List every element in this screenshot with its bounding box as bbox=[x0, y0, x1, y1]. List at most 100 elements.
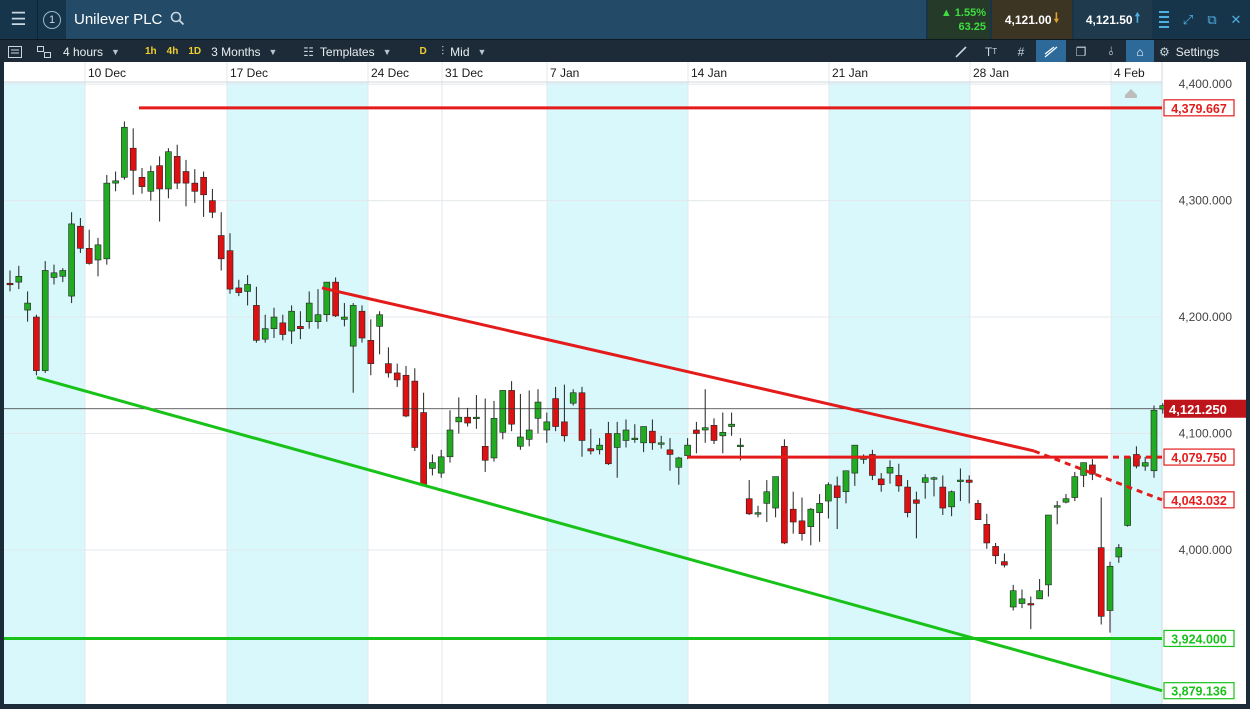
candle-body bbox=[85, 248, 93, 264]
candle-body bbox=[1045, 514, 1052, 586]
candle-body bbox=[253, 305, 260, 341]
candle-body bbox=[402, 374, 410, 417]
shaded-week-band bbox=[227, 82, 368, 704]
candle-body bbox=[578, 392, 586, 441]
y-tick-label: 4,100.000 bbox=[1179, 426, 1233, 440]
candle-body bbox=[297, 326, 304, 329]
drag-handle-icon[interactable] bbox=[1152, 0, 1176, 39]
candle-body bbox=[719, 432, 727, 437]
candle-body bbox=[622, 429, 630, 441]
candle-body bbox=[561, 421, 568, 437]
price-mode-label: Mid bbox=[450, 44, 470, 59]
candle-body bbox=[94, 244, 102, 261]
candle-body bbox=[323, 281, 331, 316]
trendline-tool-icon[interactable] bbox=[1036, 40, 1066, 63]
candle-body bbox=[1009, 590, 1017, 608]
draw-line-icon[interactable] bbox=[946, 40, 976, 63]
level-label: 4,379.667 bbox=[1171, 102, 1227, 116]
candle-body bbox=[508, 390, 515, 425]
annotation-icon[interactable]: ⌂ bbox=[1126, 40, 1154, 63]
range-label: 3 Months bbox=[211, 44, 261, 59]
range-select[interactable]: 3 Months ▼ bbox=[206, 40, 298, 63]
price-change: ▲ 1.55% 63.25 bbox=[928, 0, 990, 39]
candle-body bbox=[244, 284, 251, 292]
candle-body bbox=[490, 418, 498, 459]
chart-area[interactable]: 10 Dec 17 Dec 24 Dec 31 Dec 7 Jan 14 Jan 21 Ja… bbox=[4, 62, 1246, 704]
candle-body bbox=[499, 390, 507, 433]
candle-body bbox=[217, 235, 225, 260]
close-icon[interactable]: ✕ bbox=[1224, 0, 1248, 39]
candle-body bbox=[1018, 598, 1026, 604]
candle-body bbox=[781, 446, 788, 544]
candle-body bbox=[103, 182, 111, 260]
grid-icon[interactable]: # bbox=[1006, 40, 1036, 63]
candle-body bbox=[349, 305, 357, 347]
candle-body bbox=[411, 380, 419, 448]
instrument-name: Unilever PLC bbox=[74, 11, 163, 28]
candle-body bbox=[816, 503, 823, 513]
candle-body bbox=[772, 476, 779, 509]
candle-body bbox=[305, 302, 313, 323]
quick-interval-4h[interactable]: 4h bbox=[162, 40, 184, 63]
x-tick-label: 14 Jan bbox=[691, 66, 727, 80]
candle-body bbox=[420, 412, 427, 486]
copy-icon[interactable]: ❐ bbox=[1066, 40, 1096, 63]
level-label: 4,043.032 bbox=[1171, 494, 1227, 508]
price-chart[interactable]: 10 Dec 17 Dec 24 Dec 31 Dec 7 Jan 14 Jan 21 Ja… bbox=[4, 62, 1246, 704]
arrow-up-icon: 🠕 bbox=[1134, 9, 1141, 25]
layout-icon[interactable] bbox=[30, 40, 58, 63]
quick-interval-1h[interactable]: 1h bbox=[140, 40, 162, 63]
candle-body bbox=[464, 416, 471, 424]
chevron-down-icon: ▼ bbox=[382, 46, 392, 57]
candle-body bbox=[429, 462, 436, 469]
interval-select[interactable]: 4 hours ▼ bbox=[58, 40, 140, 63]
buy-button[interactable]: 4,121.50 🠕 bbox=[1074, 0, 1152, 39]
change-percent: ▲ 1.55% bbox=[940, 6, 986, 19]
chevron-down-icon: ▼ bbox=[477, 46, 487, 57]
text-tool-icon[interactable]: TT bbox=[976, 40, 1006, 63]
candle-body bbox=[543, 421, 551, 431]
templates-button[interactable]: ☷ Templates ▼ bbox=[298, 40, 410, 63]
settings-button[interactable]: ⚙ Settings bbox=[1154, 40, 1250, 63]
quick-interval-1d[interactable]: 1D bbox=[183, 40, 206, 63]
candle-body bbox=[50, 272, 58, 278]
candle-body bbox=[833, 485, 841, 498]
x-tick-label: 7 Jan bbox=[550, 66, 579, 80]
x-tick-label: 10 Dec bbox=[88, 66, 126, 80]
candle-body bbox=[631, 437, 639, 440]
menu-icon[interactable]: ☰ bbox=[0, 0, 38, 39]
instrument-title-bar[interactable]: Unilever PLC bbox=[66, 0, 926, 39]
list-icon[interactable] bbox=[0, 40, 30, 63]
candle-body bbox=[385, 363, 392, 374]
gear-icon: ⚙ bbox=[1159, 44, 1170, 59]
candle-body bbox=[24, 302, 31, 311]
candle-body bbox=[112, 180, 119, 184]
candle-body bbox=[552, 398, 559, 427]
y-tick-label: 4,000.000 bbox=[1179, 543, 1233, 557]
candle-body bbox=[640, 426, 647, 444]
candle-body bbox=[675, 457, 683, 468]
candle-body bbox=[235, 287, 243, 293]
d-button[interactable]: D bbox=[410, 40, 436, 63]
candle-body bbox=[1115, 547, 1123, 558]
shaded-week-band bbox=[4, 82, 85, 704]
candle-body bbox=[684, 444, 691, 456]
top-bar: ☰ 1 Unilever PLC ▲ 1.55% 63.25 4,121.00 … bbox=[0, 0, 1250, 39]
candle-body bbox=[877, 478, 885, 486]
candle-body bbox=[156, 165, 163, 190]
last-price-label: 4,121.250 bbox=[1169, 402, 1227, 417]
popout-icon[interactable]: ⧉ bbox=[1200, 0, 1224, 39]
indicator-icon[interactable]: ⫰ bbox=[1096, 40, 1126, 63]
candle-body bbox=[147, 171, 155, 192]
sell-button[interactable]: 4,121.00 🠗 bbox=[992, 0, 1072, 39]
candle-body bbox=[798, 520, 806, 534]
candle-body bbox=[473, 416, 480, 419]
price-mode-select[interactable]: ⫶ Mid ▼ bbox=[436, 40, 508, 63]
candle-body bbox=[1071, 476, 1079, 498]
candle-body bbox=[886, 466, 894, 474]
candle-body bbox=[930, 477, 938, 480]
expand-icon[interactable]: ⤢ bbox=[1176, 0, 1200, 39]
search-icon[interactable] bbox=[170, 11, 185, 29]
candle-body bbox=[1036, 590, 1043, 600]
panel-number-button[interactable]: 1 bbox=[38, 0, 66, 39]
